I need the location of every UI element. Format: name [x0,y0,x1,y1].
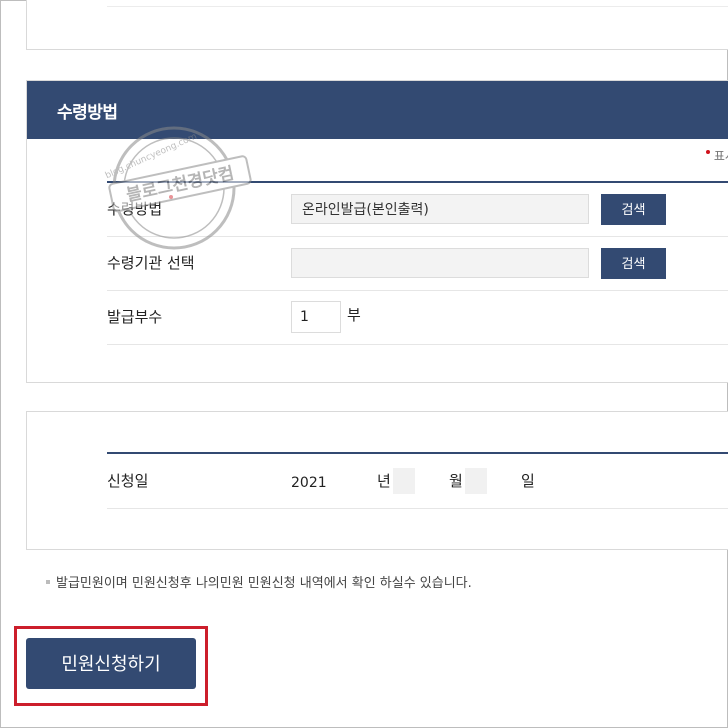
previous-section-divider [107,6,728,7]
form-row-agency: 수령기관 선택 검색 [107,237,728,291]
form-row-date: 신청일 2021 년 월 일 [107,454,728,509]
required-note-text: 표시는 [713,149,728,163]
date-form-table: 신청일 2021 년 월 일 [107,452,728,509]
notice: 발급민원이며 민원신청후 나의민원 민원신청 내역에서 확인 하실수 있습니다. [46,572,472,591]
bullet-icon [46,579,50,584]
submit-application-button[interactable]: 민원신청하기 [26,638,196,689]
month-unit: 월 [449,472,463,490]
month-value [393,468,415,494]
receipt-method-section: 수령방법 표시는 수령방법 온라인발급(본인출력) 검색 수령기관 선택 검색 … [26,80,728,383]
day-value [465,468,487,494]
required-note: 표시는 [705,147,728,164]
required-dot-icon [705,149,710,154]
date-year: 2021 [291,475,327,491]
agency-field[interactable] [291,248,589,278]
year-unit: 년 [377,472,391,490]
method-search-button[interactable]: 검색 [601,194,666,225]
form-row-copies: 발급부수 1 부 [107,291,728,345]
notice-text: 발급민원이며 민원신청후 나의민원 민원신청 내역에서 확인 하실수 있습니다. [56,576,472,591]
agency-label: 수령기관 선택 [107,254,195,272]
form-row-method: 수령방법 온라인발급(본인출력) 검색 [107,183,728,237]
section-title: 수령방법 [27,81,728,139]
day-unit: 일 [521,472,535,490]
application-date-section: 신청일 2021 년 월 일 [26,411,728,550]
copies-unit: 부 [347,306,361,324]
receipt-form-table: 수령방법 온라인발급(본인출력) 검색 수령기관 선택 검색 발급부수 1 부 [107,181,728,345]
agency-search-button[interactable]: 검색 [601,248,666,279]
method-label: 수령방법 [107,200,163,218]
previous-section-panel [26,0,728,50]
method-field[interactable]: 온라인발급(본인출력) [291,194,589,224]
date-label: 신청일 [107,472,149,490]
copies-input[interactable]: 1 [291,301,341,333]
copies-label: 발급부수 [107,308,163,326]
required-dot-icon [169,195,173,199]
